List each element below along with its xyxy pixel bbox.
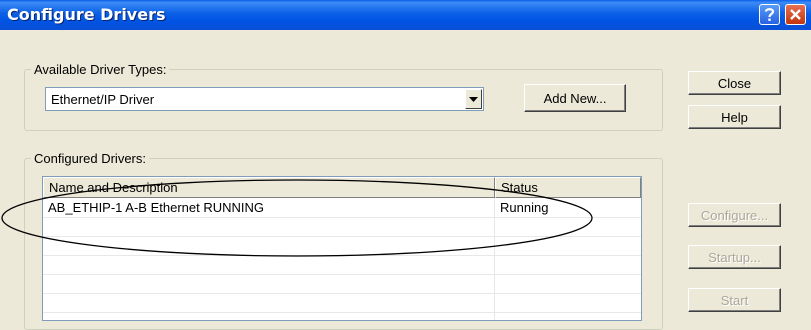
startup-button[interactable]: Startup...	[688, 245, 781, 269]
add-new-button[interactable]: Add New...	[524, 84, 626, 112]
close-button[interactable]: Close	[688, 71, 781, 95]
grid-line	[43, 312, 641, 313]
configured-drivers-list[interactable]: Name and Description Status AB_ETHIP-1 A…	[42, 176, 642, 321]
help-button[interactable]: Help	[688, 105, 781, 129]
close-title-button[interactable]	[785, 4, 806, 25]
column-header-status[interactable]: Status	[495, 177, 641, 198]
start-button[interactable]: Start	[688, 288, 781, 312]
configured-drivers-label: Configured Drivers:	[31, 151, 149, 167]
grid-line	[43, 236, 641, 237]
table-row[interactable]: AB_ETHIP-1 A-B Ethernet RUNNING Running	[43, 198, 641, 217]
available-driver-types-label: Available Driver Types:	[31, 62, 170, 78]
close-icon	[790, 9, 801, 20]
column-header-name[interactable]: Name and Description	[43, 177, 495, 198]
help-title-button[interactable]	[759, 4, 780, 25]
question-icon	[764, 8, 775, 21]
grid-line	[43, 255, 641, 256]
configure-button[interactable]: Configure...	[688, 203, 781, 227]
list-header: Name and Description Status	[43, 177, 641, 198]
title-bar[interactable]: Configure Drivers	[0, 0, 811, 30]
grid-line	[43, 274, 641, 275]
chevron-down-icon	[469, 96, 478, 102]
driver-name-cell: AB_ETHIP-1 A-B Ethernet RUNNING	[48, 200, 265, 215]
driver-type-select[interactable]: Ethernet/IP Driver	[45, 87, 484, 111]
dropdown-arrow-button[interactable]	[465, 89, 482, 109]
driver-type-value: Ethernet/IP Driver	[51, 92, 155, 107]
window-title: Configure Drivers	[7, 5, 166, 24]
grid-line	[43, 217, 641, 218]
grid-line	[43, 293, 641, 294]
driver-status-cell: Running	[500, 200, 549, 215]
